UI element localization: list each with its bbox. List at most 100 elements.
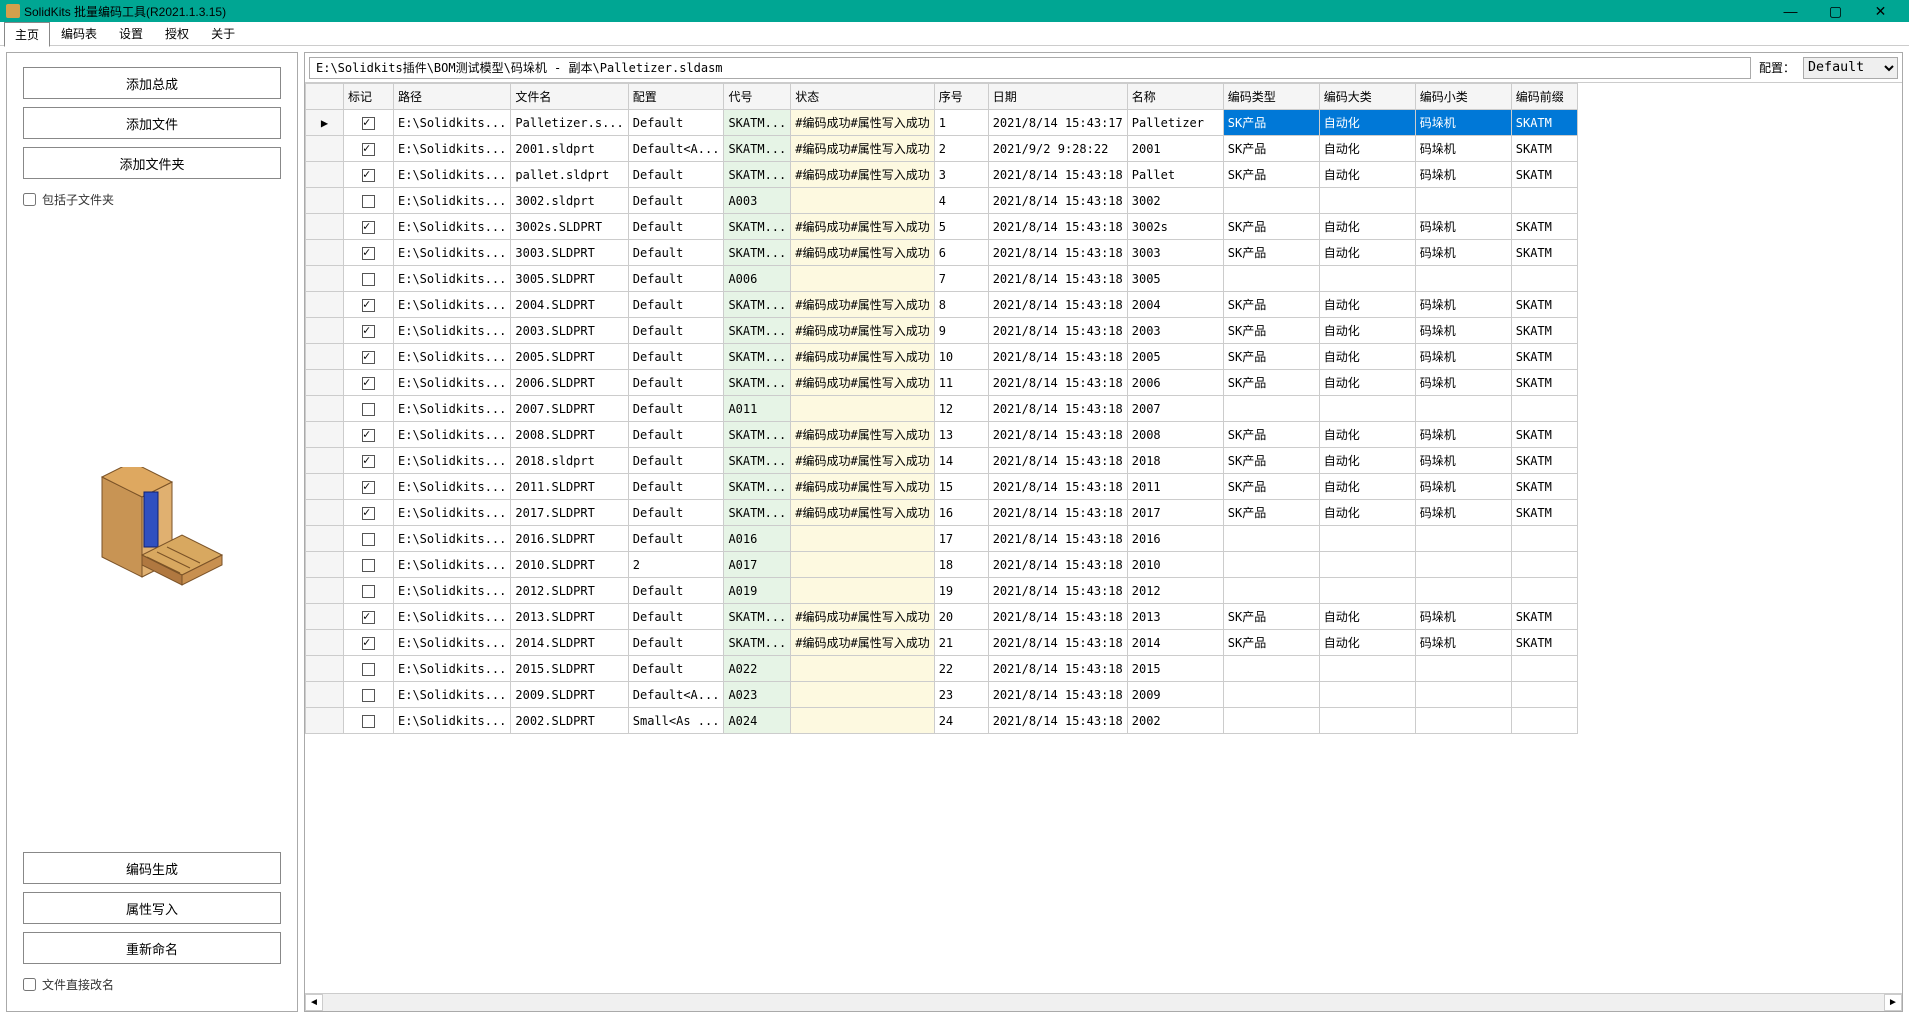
cfg-cell[interactable]: Default <box>628 188 724 214</box>
table-row[interactable]: E:\Solidkits...2016.SLDPRTDefaultA016172… <box>306 526 1578 552</box>
path-cell[interactable]: E:\Solidkits... <box>394 136 511 162</box>
codetype-cell[interactable]: SK产品 <box>1223 162 1319 188</box>
codemin-cell[interactable] <box>1415 578 1511 604</box>
date-cell[interactable]: 2021/8/14 15:43:18 <box>988 656 1127 682</box>
mark-cell[interactable] <box>344 344 394 370</box>
checkbox-icon[interactable] <box>362 351 375 364</box>
codemaj-cell[interactable]: 自动化 <box>1319 162 1415 188</box>
codemaj-cell[interactable] <box>1319 266 1415 292</box>
cfg-cell[interactable]: Small<As ... <box>628 708 724 734</box>
cfg-cell[interactable]: Default <box>628 604 724 630</box>
date-cell[interactable]: 2021/8/14 15:43:18 <box>988 422 1127 448</box>
codemin-cell[interactable]: 码垛机 <box>1415 136 1511 162</box>
codemaj-cell[interactable]: 自动化 <box>1319 292 1415 318</box>
seq-cell[interactable]: 12 <box>934 396 988 422</box>
codepfx-cell[interactable] <box>1511 578 1577 604</box>
codetype-cell[interactable]: SK产品 <box>1223 474 1319 500</box>
codepfx-cell[interactable] <box>1511 552 1577 578</box>
row-header[interactable] <box>306 526 344 552</box>
checkbox-icon[interactable] <box>362 663 375 676</box>
status-cell[interactable]: #编码成功#属性写入成功 <box>791 110 934 136</box>
code-cell[interactable]: SKATM... <box>724 162 791 188</box>
cfg-cell[interactable]: Default <box>628 448 724 474</box>
codepfx-cell[interactable] <box>1511 526 1577 552</box>
code-cell[interactable]: A016 <box>724 526 791 552</box>
codetype-cell[interactable] <box>1223 708 1319 734</box>
mark-cell[interactable] <box>344 266 394 292</box>
codetype-cell[interactable]: SK产品 <box>1223 500 1319 526</box>
code-cell[interactable]: SKATM... <box>724 604 791 630</box>
codemaj-cell[interactable]: 自动化 <box>1319 344 1415 370</box>
seq-cell[interactable]: 1 <box>934 110 988 136</box>
codemin-cell[interactable]: 码垛机 <box>1415 214 1511 240</box>
code-cell[interactable]: A011 <box>724 396 791 422</box>
cfg-cell[interactable]: Default <box>628 214 724 240</box>
codemaj-cell[interactable]: 自动化 <box>1319 110 1415 136</box>
table-row[interactable]: E:\Solidkits...3003.SLDPRTDefaultSKATM..… <box>306 240 1578 266</box>
row-header[interactable] <box>306 448 344 474</box>
path-cell[interactable]: E:\Solidkits... <box>394 188 511 214</box>
seq-cell[interactable]: 7 <box>934 266 988 292</box>
codepfx-cell[interactable]: SKATM <box>1511 292 1577 318</box>
name-cell[interactable]: 2009 <box>1127 682 1223 708</box>
codemaj-cell[interactable] <box>1319 682 1415 708</box>
file-cell[interactable]: 2017.SLDPRT <box>511 500 628 526</box>
cfg-cell[interactable]: Default <box>628 344 724 370</box>
name-cell[interactable]: 2017 <box>1127 500 1223 526</box>
file-cell[interactable]: 3002.sldprt <box>511 188 628 214</box>
codemin-cell[interactable]: 码垛机 <box>1415 604 1511 630</box>
checkbox-icon[interactable] <box>362 169 375 182</box>
codetype-cell[interactable]: SK产品 <box>1223 344 1319 370</box>
codemaj-cell[interactable]: 自动化 <box>1319 240 1415 266</box>
code-cell[interactable]: SKATM... <box>724 214 791 240</box>
row-header[interactable] <box>306 396 344 422</box>
seq-cell[interactable]: 11 <box>934 370 988 396</box>
date-cell[interactable]: 2021/8/14 15:43:18 <box>988 266 1127 292</box>
status-cell[interactable]: #编码成功#属性写入成功 <box>791 630 934 656</box>
scroll-right-button[interactable]: ► <box>1884 994 1902 1011</box>
file-cell[interactable]: 3003.SLDPRT <box>511 240 628 266</box>
maximize-button[interactable]: ▢ <box>1813 0 1858 22</box>
row-header[interactable]: ▶ <box>306 110 344 136</box>
codemin-cell[interactable]: 码垛机 <box>1415 630 1511 656</box>
codepfx-cell[interactable]: SKATM <box>1511 318 1577 344</box>
date-cell[interactable]: 2021/8/14 15:43:18 <box>988 162 1127 188</box>
path-cell[interactable]: E:\Solidkits... <box>394 604 511 630</box>
codepfx-cell[interactable]: SKATM <box>1511 110 1577 136</box>
codetype-cell[interactable] <box>1223 552 1319 578</box>
code-cell[interactable]: SKATM... <box>724 344 791 370</box>
cfg-cell[interactable]: Default <box>628 578 724 604</box>
codemin-cell[interactable] <box>1415 682 1511 708</box>
codetype-cell[interactable]: SK产品 <box>1223 370 1319 396</box>
checkbox-icon[interactable] <box>362 299 375 312</box>
path-cell[interactable]: E:\Solidkits... <box>394 422 511 448</box>
checkbox-icon[interactable] <box>362 117 375 130</box>
date-cell[interactable]: 2021/8/14 15:43:18 <box>988 708 1127 734</box>
code-cell[interactable]: A006 <box>724 266 791 292</box>
seq-cell[interactable]: 2 <box>934 136 988 162</box>
codemin-cell[interactable]: 码垛机 <box>1415 344 1511 370</box>
row-header[interactable] <box>306 578 344 604</box>
name-cell[interactable]: 2006 <box>1127 370 1223 396</box>
file-cell[interactable]: 2011.SLDPRT <box>511 474 628 500</box>
table-row[interactable]: E:\Solidkits...2013.SLDPRTDefaultSKATM..… <box>306 604 1578 630</box>
table-row[interactable]: E:\Solidkits...pallet.sldprtDefaultSKATM… <box>306 162 1578 188</box>
status-cell[interactable]: #编码成功#属性写入成功 <box>791 162 934 188</box>
date-cell[interactable]: 2021/8/14 15:43:18 <box>988 630 1127 656</box>
path-cell[interactable]: E:\Solidkits... <box>394 318 511 344</box>
codemin-cell[interactable]: 码垛机 <box>1415 110 1511 136</box>
codepfx-cell[interactable]: SKATM <box>1511 630 1577 656</box>
name-cell[interactable]: 2005 <box>1127 344 1223 370</box>
file-cell[interactable]: 2016.SLDPRT <box>511 526 628 552</box>
path-cell[interactable]: E:\Solidkits... <box>394 656 511 682</box>
codemaj-cell[interactable] <box>1319 396 1415 422</box>
status-cell[interactable]: #编码成功#属性写入成功 <box>791 474 934 500</box>
table-header-cell[interactable]: 标记 <box>344 84 394 110</box>
file-cell[interactable]: 2012.SLDPRT <box>511 578 628 604</box>
mark-cell[interactable] <box>344 526 394 552</box>
date-cell[interactable]: 2021/8/14 15:43:18 <box>988 526 1127 552</box>
minimize-button[interactable]: — <box>1768 0 1813 22</box>
row-header[interactable] <box>306 162 344 188</box>
status-cell[interactable] <box>791 266 934 292</box>
cfg-cell[interactable]: Default <box>628 292 724 318</box>
